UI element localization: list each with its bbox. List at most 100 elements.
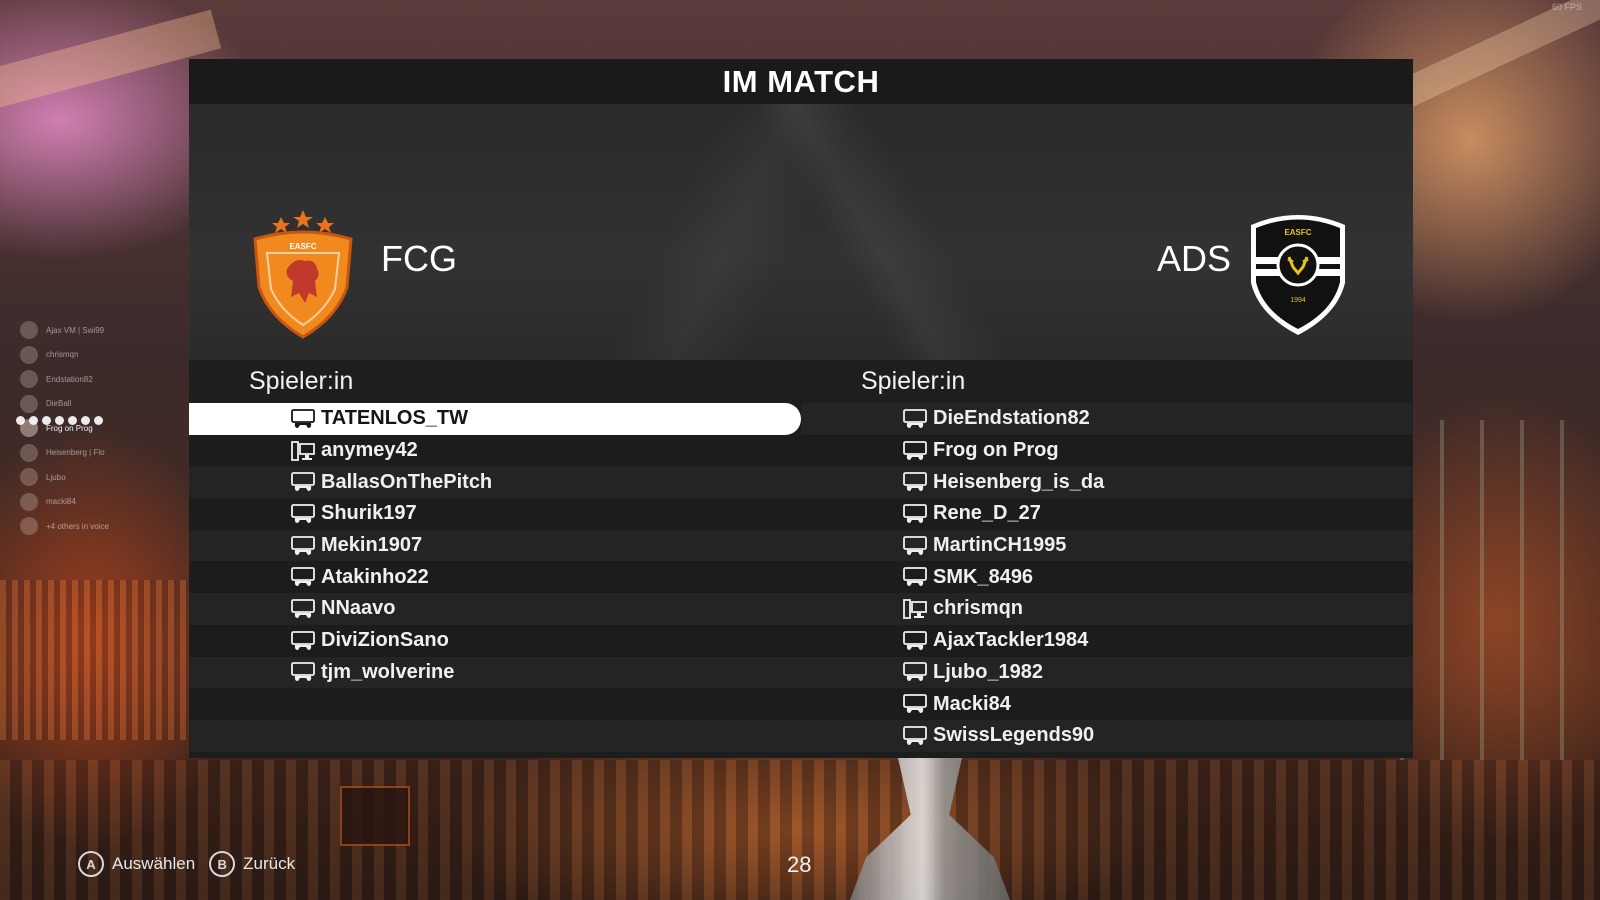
voice-user: +4 others in voice bbox=[20, 514, 180, 539]
teams-banner: EASFC FCG ADS EASFC 1994 bbox=[189, 104, 1413, 360]
select-hint[interactable]: A Auswählen bbox=[78, 851, 195, 877]
button-hints: A Auswählen B Zurück bbox=[78, 851, 295, 877]
speaking-indicator bbox=[16, 416, 103, 425]
avatar bbox=[20, 468, 38, 487]
away-player-row[interactable]: Macki84 bbox=[801, 688, 1413, 720]
console-icon bbox=[903, 440, 927, 461]
away-player-row[interactable]: chrismqn bbox=[801, 593, 1413, 625]
voice-user-name: Heisenberg | Flo bbox=[46, 448, 105, 458]
countdown-timer: 28 bbox=[787, 852, 812, 877]
home-column-header: Spieler:in bbox=[189, 360, 801, 403]
away-player-row[interactable]: Heisenberg_is_da bbox=[801, 466, 1413, 499]
player-name: Frog on Prog bbox=[933, 439, 1059, 462]
player-name: AjaxTackler1984 bbox=[933, 629, 1089, 652]
voice-user: Ajax VM | Swi99 bbox=[20, 318, 180, 343]
home-player-row[interactable]: TATENLOS_TW bbox=[189, 403, 801, 435]
trophy-background bbox=[850, 758, 1010, 900]
player-name: Mekin1907 bbox=[321, 534, 423, 557]
console-icon bbox=[291, 567, 315, 587]
console-icon bbox=[291, 408, 315, 429]
away-player-row[interactable]: Rene_D_27 bbox=[801, 498, 1413, 530]
a-button-icon: A bbox=[78, 851, 104, 877]
player-name: DiviZionSano bbox=[321, 629, 449, 652]
console-icon bbox=[291, 504, 315, 524]
player-name: MartinCH1995 bbox=[933, 534, 1067, 557]
back-hint[interactable]: B Zurück bbox=[209, 851, 295, 877]
console-icon bbox=[291, 599, 315, 619]
voice-user-name: chrismqn bbox=[46, 350, 79, 360]
home-player-row[interactable]: NNaavo bbox=[189, 593, 801, 625]
fps-counter: 60 FPS bbox=[1551, 2, 1582, 12]
voice-user: macki84 bbox=[20, 490, 180, 515]
away-player-row[interactable]: AjaxTackler1984 bbox=[801, 624, 1413, 657]
home-player-row[interactable]: tjm_wolverine bbox=[189, 656, 801, 689]
empty-row bbox=[189, 688, 801, 720]
avatar bbox=[20, 443, 38, 462]
home-player-row[interactable]: anymey42 bbox=[189, 434, 801, 467]
console-icon bbox=[903, 567, 927, 587]
voice-user-name: Endstation82 bbox=[46, 374, 93, 384]
home-player-column: Spieler:in TATENLOS_TW anymey42 BallasOnTh… bbox=[189, 360, 801, 752]
match-panel: IM MATCH EASFC FCG ADS EASFC 1994 Spiele… bbox=[189, 59, 1413, 758]
player-name: Macki84 bbox=[933, 692, 1011, 715]
away-player-row[interactable]: SwissLegends90 bbox=[801, 719, 1413, 752]
voice-user: Endstation82 bbox=[20, 367, 180, 392]
panel-header: IM MATCH bbox=[189, 59, 1413, 104]
home-crest-icon: EASFC bbox=[253, 210, 353, 339]
console-icon bbox=[903, 662, 927, 682]
away-player-list: DieEndstation82 Frog on Prog Heisenberg_is… bbox=[801, 403, 1413, 752]
voice-user-name: Ajax VM | Swi99 bbox=[46, 325, 105, 335]
console-icon bbox=[291, 662, 315, 682]
player-name: Rene_D_27 bbox=[933, 502, 1041, 525]
console-icon bbox=[291, 472, 315, 492]
player-name: Shurik197 bbox=[321, 502, 417, 525]
away-crest-icon: EASFC 1994 bbox=[1251, 215, 1345, 335]
player-name: SMK_8496 bbox=[933, 565, 1034, 588]
player-name: Atakinho22 bbox=[321, 565, 429, 588]
avatar bbox=[20, 492, 38, 511]
away-player-row[interactable]: SMK_8496 bbox=[801, 561, 1413, 594]
home-player-row[interactable]: DiviZionSano bbox=[189, 624, 801, 657]
page-title: IM MATCH bbox=[722, 63, 880, 99]
player-name: Ljubo_1982 bbox=[933, 660, 1044, 683]
away-column-header: Spieler:in bbox=[801, 360, 1413, 403]
banner-crest-background bbox=[340, 786, 410, 846]
avatar bbox=[20, 345, 38, 364]
home-player-row[interactable]: Atakinho22 bbox=[189, 561, 801, 594]
player-name: DieEndstation82 bbox=[933, 407, 1090, 430]
voice-user: Ljubo bbox=[20, 465, 180, 490]
voice-presence-list: Ajax VM | Swi99 chrismqn Endstation82 DieBa… bbox=[20, 318, 180, 539]
away-player-row[interactable]: Frog on Prog bbox=[801, 434, 1413, 467]
console-icon bbox=[903, 472, 927, 492]
voice-user-name: Frog on Prog bbox=[46, 423, 93, 433]
pc-icon bbox=[291, 440, 315, 461]
svg-text:EASFC: EASFC bbox=[289, 242, 316, 251]
voice-user: chrismqn bbox=[20, 343, 180, 368]
away-player-row[interactable]: DieEndstation82 bbox=[801, 403, 1413, 435]
away-team-name: ADS bbox=[1157, 238, 1232, 279]
console-icon bbox=[903, 535, 927, 556]
voice-user-name: Ljubo bbox=[46, 472, 66, 482]
console-icon bbox=[903, 630, 927, 651]
voice-user-name: DieBall bbox=[46, 399, 72, 409]
avatar bbox=[20, 394, 38, 413]
console-icon bbox=[903, 504, 927, 524]
voice-user-name: macki84 bbox=[46, 497, 76, 507]
console-icon bbox=[903, 408, 927, 429]
player-name: tjm_wolverine bbox=[321, 660, 455, 683]
player-name: BallasOnThePitch bbox=[321, 470, 493, 493]
avatar bbox=[20, 321, 38, 340]
home-player-row[interactable]: BallasOnThePitch bbox=[189, 466, 801, 499]
away-player-row[interactable]: Ljubo_1982 bbox=[801, 656, 1413, 689]
player-name: Heisenberg_is_da bbox=[933, 470, 1105, 493]
back-label: Zurück bbox=[243, 854, 296, 873]
home-player-row[interactable]: Mekin1907 bbox=[189, 529, 801, 562]
home-team-name: FCG bbox=[381, 238, 457, 279]
home-player-row[interactable]: Shurik197 bbox=[189, 498, 801, 530]
select-label: Auswählen bbox=[112, 854, 196, 873]
away-player-row[interactable]: MartinCH1995 bbox=[801, 529, 1413, 562]
empty-row bbox=[189, 719, 801, 752]
avatar bbox=[20, 370, 38, 389]
player-name: chrismqn bbox=[933, 597, 1024, 620]
voice-user: Heisenberg | Flo bbox=[20, 441, 180, 466]
